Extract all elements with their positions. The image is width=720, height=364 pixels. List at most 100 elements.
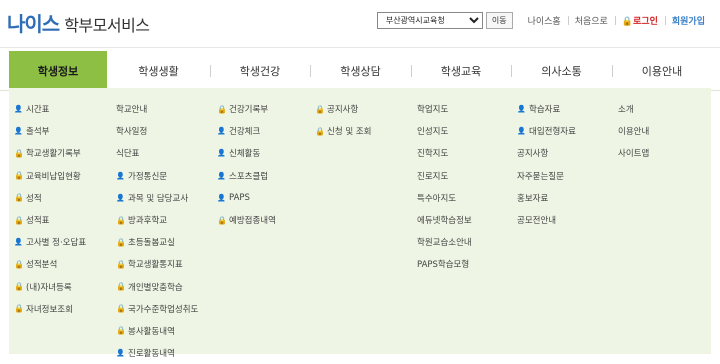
menu-item-label: 학교안내 (116, 105, 148, 116)
menu-item-label: 성적 (26, 193, 42, 204)
menu-item-label: 건강체크 (229, 127, 261, 138)
menu-item[interactable]: 🔒 학교생활기록부 (14, 142, 86, 164)
menu-item-label: 대입전형자료 (529, 127, 576, 138)
menu-item[interactable]: 🔒 신청 및 조회 (315, 120, 372, 142)
logo-brand: 나이스 (7, 12, 60, 36)
lock-icon: 🔒 (217, 215, 227, 225)
menu-item[interactable]: 👤 시간표 (14, 98, 86, 120)
menu-item[interactable]: 👤 신체활동 (217, 142, 276, 164)
menu-item[interactable]: PAPS학습모형 (417, 253, 472, 275)
menu-item[interactable]: 👤 과목 및 담당교사 (116, 187, 198, 209)
menu-item[interactable]: 🔒 공지사항 (315, 98, 372, 120)
neis-home-link[interactable]: 나이스홈 (521, 14, 568, 27)
menu-item-label: 이용안내 (618, 127, 650, 138)
menu-item-label: 과목 및 담당교사 (128, 193, 189, 204)
lock-icon: 🔒 (14, 193, 24, 203)
menu-item[interactable]: 진로지도 (417, 165, 472, 187)
menu-item[interactable]: 공모전안내 (517, 209, 576, 231)
lock-icon: 🔒 (14, 215, 24, 225)
go-button[interactable]: 이동 (485, 12, 513, 29)
menu-item[interactable]: 👤 학습자료 (517, 98, 576, 120)
menu-item[interactable]: 👤 건강체크 (217, 120, 276, 142)
menu-item[interactable]: 사이트맵 (618, 142, 649, 164)
logo[interactable]: 나이스 학부모서비스 (7, 8, 150, 37)
menu-item-label: 자주묻는질문 (517, 171, 564, 182)
menu-item-label: 국가수준학업성취도 (128, 304, 199, 315)
menu-item[interactable]: 👤 출석부 (14, 120, 86, 142)
lock-icon: 🔒 (14, 148, 24, 158)
menu-item[interactable]: 👤 스포츠클럽 (217, 165, 276, 187)
tab-communication[interactable]: 의사소통 (511, 51, 612, 91)
menu-item[interactable]: 🔒 개인별맞춤학습 (116, 276, 198, 298)
lock-icon: 🔒 (14, 304, 24, 314)
menu-item[interactable]: 🔒 성적 (14, 187, 86, 209)
menu-item[interactable]: 🔒 (내)자녀등록 (14, 276, 86, 298)
menu-item[interactable]: 🔒 성적분석 (14, 253, 86, 275)
logo-subtitle: 학부모서비스 (64, 16, 150, 35)
menu-item[interactable]: 🔒 방과후학교 (116, 209, 198, 231)
tab-student-health[interactable]: 학생건강 (210, 51, 310, 91)
utility-bar: 부산광역시교육청 이동 나이스홈 처음으로 🔒로그인 회원가입 (376, 12, 712, 29)
login-link[interactable]: 🔒로그인 (614, 14, 665, 27)
tab-student-info[interactable]: 학생정보 (9, 51, 107, 91)
menu-item-label: 특수아지도 (417, 193, 457, 204)
region-select[interactable]: 부산광역시교육청 (376, 12, 483, 29)
lock-icon: 🔒 (116, 259, 126, 269)
menu-item[interactable]: 🔒 국가수준학업성취도 (116, 298, 198, 320)
menu-item[interactable]: 학사일정 (116, 120, 198, 142)
menu-item[interactable]: 🔒 예방접종내역 (217, 209, 276, 231)
menu-item-label: 학원교습소안내 (417, 238, 472, 249)
menu-item[interactable]: 인성지도 (417, 120, 472, 142)
menu-item[interactable]: 에듀넷학습정보 (417, 209, 472, 231)
tab-student-life[interactable]: 학생생활 (107, 51, 210, 91)
menu-item[interactable]: 🔒 봉사활동내역 (116, 320, 198, 342)
person-icon: 👤 (217, 127, 226, 136)
menu-item[interactable]: 홍보자료 (517, 187, 576, 209)
menu-item-label: 진로활동내역 (128, 349, 175, 360)
menu-item[interactable]: 🔒 교육비납입현황 (14, 165, 86, 187)
menu-item[interactable]: 🔒 초등돌봄교실 (116, 231, 198, 253)
menu-item-label: 예방접종내역 (229, 216, 276, 227)
menu-item-label: 신청 및 조회 (327, 127, 372, 138)
menu-item-label: 개인별맞춤학습 (128, 282, 183, 293)
menu-item-label: 공모전안내 (517, 216, 557, 227)
person-icon: 👤 (517, 127, 526, 136)
join-link[interactable]: 회원가입 (664, 14, 712, 27)
menu-item-label: PAPS (229, 192, 250, 203)
menu-item[interactable]: 👤 PAPS (217, 187, 276, 209)
menu-item[interactable]: 공지사항 (517, 142, 576, 164)
menu-item[interactable]: 학원교습소안내 (417, 231, 472, 253)
menu-item-label: 고사별 정·오답표 (26, 238, 87, 249)
menu-item[interactable]: 🔒 학교생활통지표 (116, 253, 198, 275)
menu-item-label: 성적분석 (26, 260, 58, 271)
menu-item[interactable]: 🔒 자녀정보조회 (14, 298, 86, 320)
home-link[interactable]: 처음으로 (567, 14, 615, 27)
person-icon: 👤 (217, 149, 226, 158)
menu-item[interactable]: 👤 대입전형자료 (517, 120, 576, 142)
tab-student-education[interactable]: 학생교육 (411, 51, 511, 91)
menu-item[interactable]: 특수아지도 (417, 187, 472, 209)
menu-item[interactable]: 진학지도 (417, 142, 472, 164)
menu-item-label: 학업지도 (417, 105, 449, 116)
menu-item[interactable]: 👤 가정통신문 (116, 165, 198, 187)
menu-item[interactable]: 🔒 건강기록부 (217, 98, 276, 120)
person-icon: 👤 (14, 105, 23, 114)
menu-item[interactable]: 학업지도 (417, 98, 472, 120)
tab-usage-guide[interactable]: 이용안내 (612, 51, 712, 91)
menu-item-label: 식단표 (116, 149, 140, 160)
person-icon: 👤 (116, 349, 125, 358)
menu-item[interactable]: 소개 (618, 98, 649, 120)
lock-icon: 🔒 (14, 171, 24, 181)
menu-item[interactable]: 🔒 성적표 (14, 209, 86, 231)
menu-item[interactable]: 자주묻는질문 (517, 165, 576, 187)
menu-item-label: 공지사항 (517, 149, 549, 160)
menu-item-label: 신체활동 (229, 149, 261, 160)
menu-item-label: 교육비납입현황 (26, 171, 81, 182)
menu-item[interactable]: 이용안내 (618, 120, 649, 142)
menu-item[interactable]: 학교안내 (116, 98, 198, 120)
menu-item[interactable]: 식단표 (116, 142, 198, 164)
menu-item[interactable]: 👤 진로활동내역 (116, 342, 198, 364)
menu-item[interactable]: 👤 고사별 정·오답표 (14, 231, 86, 253)
menu-item-label: 인성지도 (417, 127, 449, 138)
tab-student-counsel[interactable]: 학생상담 (310, 51, 411, 91)
